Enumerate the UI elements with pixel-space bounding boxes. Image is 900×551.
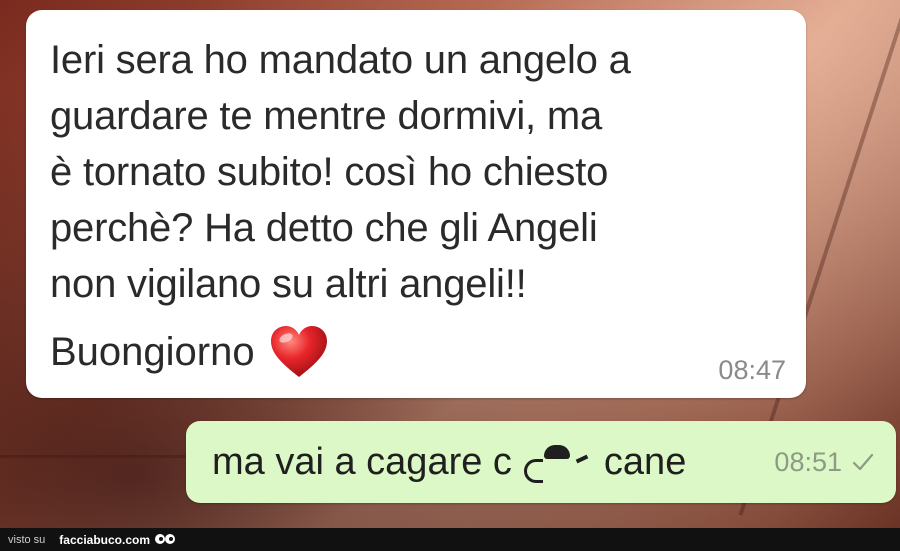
incoming-message-bubble[interactable]: Ieri sera ho mandato un angelo a guardar… [26, 10, 806, 398]
message-line: è tornato subito! così ho chiesto [50, 150, 609, 194]
footer-site-link[interactable]: facciabuco.com [59, 533, 150, 547]
message-line: non vigilano su altri angeli!! [50, 262, 527, 306]
eyes-logo-icon [155, 533, 175, 544]
message-line: perchè? Ha detto che gli Angeli [50, 206, 598, 250]
message-text-part: ma vai a cagare c [212, 440, 512, 483]
greeting-text: Buongiorno [50, 330, 255, 374]
message-timestamp: 08:47 [718, 355, 786, 385]
message-line: Ieri sera ho mandato un angelo a [50, 38, 631, 82]
message-timestamp: 08:51 [774, 446, 842, 477]
heart-icon [270, 326, 327, 377]
outgoing-message-text: ma vai a cagare c cane [212, 441, 686, 484]
censored-word [522, 445, 594, 483]
single-check-icon [852, 453, 874, 471]
watermark-footer: visto su facciabuco.com [0, 528, 900, 551]
message-line: guardare te mentre dormivi, ma [50, 94, 603, 138]
footer-prefix: visto su [8, 533, 46, 546]
outgoing-message-bubble[interactable]: ma vai a cagare c cane 08:51 [186, 421, 896, 503]
floor-tile-line [0, 455, 190, 458]
greeting-row: Buongiorno [50, 324, 782, 380]
message-meta: 08:51 [774, 447, 874, 478]
message-text-part: cane [603, 440, 687, 483]
